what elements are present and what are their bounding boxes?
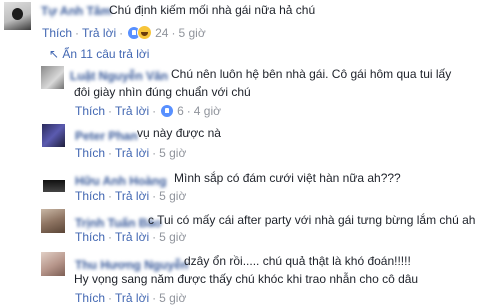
separator-dot: · xyxy=(108,104,113,118)
reply-author[interactable]: Hữu Anh Hoàng xyxy=(75,174,167,188)
separator-dot: · xyxy=(108,291,113,305)
comment-text: Chú định kiếm mối nhà gái nữa hả chú xyxy=(109,3,316,17)
comment-actions: Thích · Trả lời · 24 · 5 giờ xyxy=(42,25,206,40)
reply-avatar[interactable] xyxy=(42,124,65,147)
reply-button[interactable]: Trả lời xyxy=(115,104,149,118)
reply-button[interactable]: Trả lời xyxy=(115,230,149,244)
reply-avatar[interactable] xyxy=(41,209,65,233)
timestamp[interactable]: 5 giờ xyxy=(159,146,186,160)
like-button[interactable]: Thích xyxy=(42,26,72,40)
reply-text: c Tui có mấy cái after party với nhà gái… xyxy=(148,213,476,227)
hide-replies-link[interactable]: ↖ Ẩn 11 câu trả lời xyxy=(49,47,149,61)
reply-avatar[interactable] xyxy=(43,170,65,192)
reply-actions: Thích · Trả lời · 6 · 4 giờ xyxy=(75,104,221,118)
separator-dot: · xyxy=(75,25,80,40)
reply-arrow-icon: ↖ xyxy=(49,47,60,61)
separator-dot: · xyxy=(152,104,157,118)
reaction-summary[interactable]: 24 xyxy=(127,25,168,40)
reply-actions: Thích · Trả lời · 5 giờ xyxy=(75,189,186,203)
reply-text: dzây ổn rồi..... chú quả thật là khó đoá… xyxy=(184,254,411,268)
separator-dot: · xyxy=(152,230,157,244)
like-button[interactable]: Thích xyxy=(75,104,105,118)
reaction-summary[interactable]: 6 xyxy=(160,104,184,118)
reply-avatar[interactable] xyxy=(41,252,65,276)
timestamp[interactable]: 5 giờ xyxy=(178,26,205,40)
reply-avatar[interactable] xyxy=(41,66,64,89)
reply-button[interactable]: Trả lời xyxy=(115,189,149,203)
reply-author[interactable]: Luật Nguyễn Văn xyxy=(70,69,168,83)
separator-dot: · xyxy=(119,25,124,40)
separator-dot: · xyxy=(108,189,113,203)
like-button[interactable]: Thích xyxy=(75,230,105,244)
reply-text: vụ này được nà xyxy=(137,126,221,140)
hide-replies-label: Ẩn 11 câu trả lời xyxy=(62,47,150,61)
reaction-count: 6 xyxy=(177,104,184,118)
reply-author[interactable]: Peter Phan xyxy=(75,129,138,143)
reply-text-continued: đôi giày nhìn đúng chuẩn với chú xyxy=(74,85,251,99)
timestamp[interactable]: 5 giờ xyxy=(159,189,186,203)
separator-dot: · xyxy=(152,189,157,203)
reply-actions: Thích · Trả lời · 5 giờ xyxy=(75,146,186,160)
reaction-count: 24 xyxy=(155,25,169,40)
reply-button[interactable]: Trả lời xyxy=(115,291,149,305)
separator-dot: · xyxy=(152,291,157,305)
timestamp[interactable]: 5 giờ xyxy=(159,291,186,305)
separator-dot: · xyxy=(152,146,157,160)
reply-button[interactable]: Trả lời xyxy=(82,26,116,40)
separator-dot: · xyxy=(171,25,176,40)
separator-dot: · xyxy=(108,230,113,244)
comment-author[interactable]: Tự Anh Tâm xyxy=(41,4,111,18)
haha-reaction-icon xyxy=(137,25,153,40)
like-button[interactable]: Thích xyxy=(75,146,105,160)
reply-text: Chú nên luôn hệ bên nhà gái. Cô gái hôm … xyxy=(171,67,452,81)
reply-text-continued: Hy vọng sang năm được thấy chú khóc khi … xyxy=(74,272,419,286)
timestamp[interactable]: 5 giờ xyxy=(159,230,186,244)
timestamp[interactable]: 4 giờ xyxy=(194,104,221,118)
reply-author[interactable]: Thu Hương Nguyễn xyxy=(75,258,188,272)
like-button[interactable]: Thích xyxy=(75,189,105,203)
reply-actions: Thích · Trả lời · 5 giờ xyxy=(75,291,186,305)
avatar[interactable] xyxy=(4,2,31,30)
separator-dot: · xyxy=(186,104,191,118)
reply-button[interactable]: Trả lời xyxy=(115,146,149,160)
like-reaction-icon xyxy=(160,104,175,118)
like-button[interactable]: Thích xyxy=(75,291,105,305)
reply-text: Mình sắp có đám cưới việt hàn nữa ah??? xyxy=(174,171,401,185)
reply-actions: Thích · Trả lời · 5 giờ xyxy=(75,230,186,244)
separator-dot: · xyxy=(108,146,113,160)
